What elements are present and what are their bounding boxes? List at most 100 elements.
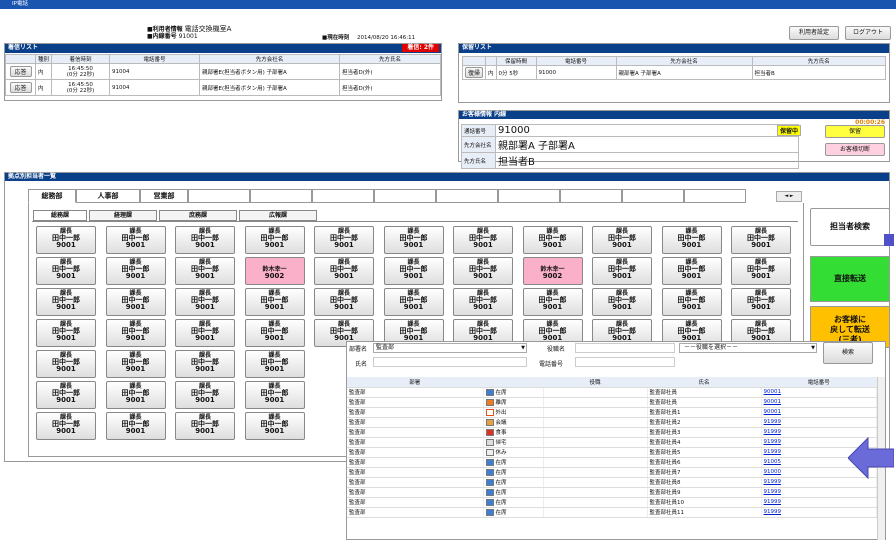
phone-link[interactable]: 91999 — [764, 479, 782, 485]
staff-button[interactable]: 課長 田中一郎 9001 — [175, 257, 235, 285]
staff-button[interactable]: 課長 田中一郎 9001 — [36, 412, 96, 440]
hold-button[interactable]: 保留 — [825, 125, 885, 138]
logout-button[interactable]: ログアウト — [845, 26, 891, 40]
list-item[interactable]: 監査部 食事 監査部社員3 91999 — [347, 427, 877, 438]
phone-link[interactable]: 90001 — [764, 389, 782, 395]
list-item[interactable]: 監査部 在席 監査部社員11 91999 — [347, 507, 877, 518]
resume-button[interactable]: 復帰 — [465, 67, 483, 78]
staff-button[interactable]: 課長 田中一郎 9001 — [453, 257, 513, 285]
phone-input[interactable] — [575, 357, 675, 367]
phone-link[interactable]: 91999 — [764, 419, 782, 425]
staff-button[interactable]: 課長 田中一郎 9001 — [592, 257, 652, 285]
tab-eigyo[interactable]: 営業部 — [140, 189, 188, 203]
staff-button[interactable]: 課長 田中一郎 9001 — [731, 226, 791, 254]
staff-button[interactable]: 課長 田中一郎 9001 — [175, 288, 235, 316]
staff-button[interactable]: 課長 田中一郎 9001 — [105, 350, 166, 378]
list-item[interactable]: 監査部 在席 監査部社員6 91005 — [347, 457, 877, 468]
staff-button[interactable]: 課長 田中一郎 9001 — [314, 257, 374, 285]
dept-select[interactable]: 監査部 ▼ — [373, 343, 527, 353]
direct-transfer-button[interactable]: 直接転送 — [810, 256, 890, 302]
list-item[interactable]: 監査部 在席 監査部社員7 91000 — [347, 467, 877, 478]
staff-button[interactable]: 課長 田中一郎 9001 — [36, 381, 96, 409]
phone-link[interactable]: 91999 — [764, 489, 782, 495]
staff-button[interactable]: 課長 田中一郎 9001 — [453, 226, 513, 254]
tab-jinji[interactable]: 人事部 — [76, 189, 140, 203]
staff-button[interactable]: 課長 田中一郎 9001 — [661, 288, 722, 316]
staff-button[interactable]: 課長 田中一郎 9001 — [175, 381, 235, 409]
user-settings-button[interactable]: 利用者設定 — [789, 26, 839, 40]
staff-button[interactable]: 課長 田中一郎 9001 — [661, 226, 722, 254]
list-item[interactable]: 監査部 帰宅 監査部社員4 91999 — [347, 437, 877, 448]
answer-button[interactable]: 応答 — [9, 82, 32, 93]
ext-value: 91001 — [178, 33, 198, 40]
name-input[interactable] — [373, 357, 527, 367]
phone-link[interactable]: 91999 — [764, 449, 782, 455]
staff-button[interactable]: 課長 田中一郎 9001 — [314, 226, 374, 254]
phone-link[interactable]: 90001 — [764, 399, 782, 405]
staff-button[interactable]: 課長鈴木幸一9002 — [244, 257, 305, 285]
staff-button[interactable]: 課長 田中一郎 9001 — [522, 226, 583, 254]
subtab-shomu[interactable]: 庶務課 — [159, 210, 237, 221]
staff-button[interactable]: 課長 田中一郎 9001 — [731, 288, 791, 316]
staff-button[interactable]: 課長 田中一郎 9001 — [105, 319, 166, 347]
staff-button[interactable]: 課長 田中一郎 9001 — [383, 288, 444, 316]
phone-link[interactable]: 91999 — [764, 439, 782, 445]
staff-button[interactable]: 課長 田中一郎 9001 — [36, 319, 96, 347]
staff-button[interactable]: 課長 田中一郎 9001 — [36, 257, 96, 285]
staff-button[interactable]: 課長 田中一郎 9001 — [175, 226, 235, 254]
list-item[interactable]: 監査部 在席 監査部社員9 91999 — [347, 487, 877, 498]
list-item[interactable]: 監査部 離席 監査部社員 90001 — [347, 397, 877, 408]
staff-button[interactable]: 課長 田中一郎 9001 — [105, 412, 166, 440]
phone-link[interactable]: 91999 — [764, 429, 782, 435]
phone-link[interactable]: 91999 — [764, 499, 782, 505]
list-item[interactable]: 監査部 在席 監査部社員8 91999 — [347, 477, 877, 488]
staff-button[interactable]: 課長 田中一郎 9001 — [244, 412, 305, 440]
staff-button[interactable]: 課長鈴木幸一9002 — [522, 257, 583, 285]
staff-button[interactable]: 課長 田中一郎 9001 — [244, 226, 305, 254]
subtab-keiri[interactable]: 経理課 — [89, 210, 157, 221]
staff-button[interactable]: 課長 田中一郎 9001 — [244, 319, 305, 347]
phone-link[interactable]: 91999 — [764, 509, 782, 515]
staff-button[interactable]: 課長 田中一郎 9001 — [36, 226, 96, 254]
staff-button[interactable]: 課長 田中一郎 9001 — [383, 226, 444, 254]
phone-link[interactable]: 91005 — [764, 459, 782, 465]
staff-button[interactable]: 課長 田中一郎 9001 — [522, 288, 583, 316]
customer-disconnect-button[interactable]: お客様切断 — [825, 143, 885, 156]
staff-button[interactable]: 課長 田中一郎 9001 — [175, 319, 235, 347]
staff-button[interactable]: 課長 田中一郎 9001 — [383, 257, 444, 285]
phone-link[interactable]: 91000 — [764, 469, 782, 475]
staff-button[interactable]: 課長 田中一郎 9001 — [244, 381, 305, 409]
phone-link[interactable]: 90001 — [764, 409, 782, 415]
list-item[interactable]: 監査部 会議 監査部社員2 91999 — [347, 417, 877, 428]
staff-button[interactable]: 課長 田中一郎 9001 — [105, 257, 166, 285]
list-item[interactable]: 監査部 休み 監査部社員5 91999 — [347, 447, 877, 458]
staff-button[interactable]: 課長 田中一郎 9001 — [105, 381, 166, 409]
staff-button[interactable]: 課長 田中一郎 9001 — [175, 350, 235, 378]
staff-button[interactable]: 課長 田中一郎 9001 — [592, 226, 652, 254]
answer-button[interactable]: 応答 — [9, 66, 32, 77]
role-text-input[interactable] — [575, 343, 675, 353]
status-icon — [485, 419, 494, 426]
staff-button[interactable]: 課長 田中一郎 9001 — [731, 257, 791, 285]
staff-button[interactable]: 課長 田中一郎 9001 — [175, 412, 235, 440]
subtab-soumuka[interactable]: 総務課 — [33, 210, 87, 221]
staff-button[interactable]: 課長 田中一郎 9001 — [244, 288, 305, 316]
staff-button[interactable]: 課長 田中一郎 9001 — [453, 288, 513, 316]
staff-button[interactable]: 課長 田中一郎 9001 — [314, 288, 374, 316]
role-select[interactable]: －－役職を選択－－ ▼ — [679, 343, 817, 353]
staff-button[interactable]: 課長 田中一郎 9001 — [36, 288, 96, 316]
staff-button[interactable]: 課長 田中一郎 9001 — [661, 257, 722, 285]
tab-soumu[interactable]: 総務部 — [28, 189, 76, 203]
subtab-kouhou[interactable]: 広報課 — [239, 210, 317, 221]
list-item[interactable]: 監査部 外出 監査部社員1 90001 — [347, 407, 877, 418]
staff-button[interactable]: 課長 田中一郎 9001 — [105, 226, 166, 254]
staff-button[interactable]: 課長 田中一郎 9001 — [36, 350, 96, 378]
staff-button[interactable]: 課長 田中一郎 9001 — [592, 288, 652, 316]
staff-button[interactable]: 課長 田中一郎 9001 — [105, 288, 166, 316]
tab-scroll-arrows[interactable]: ◄ ► — [776, 191, 802, 202]
staff-button[interactable]: 課長 田中一郎 9001 — [244, 350, 305, 378]
search-button[interactable]: 検索 — [823, 342, 873, 364]
staff-search-button[interactable]: 担当者検索 — [810, 208, 890, 246]
list-item[interactable]: 監査部 在席 監査部社員10 91999 — [347, 497, 877, 508]
list-item[interactable]: 監査部 在席 監査部社員 90001 — [347, 387, 877, 398]
